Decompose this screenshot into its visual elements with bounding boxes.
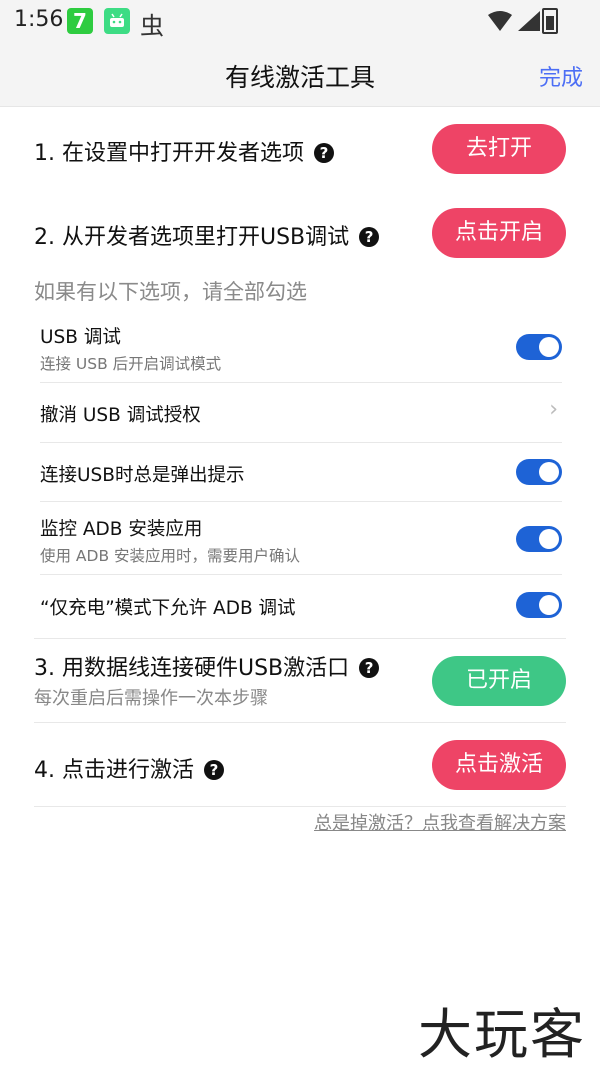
step-3-subtext: 每次重启后需操作一次本步骤: [34, 688, 268, 709]
charge-only-adb-toggle[interactable]: [516, 592, 562, 618]
option-title: 监控 ADB 安装应用: [40, 519, 203, 540]
step-3-label: 3. 用数据线连接硬件USB激活口?: [34, 650, 380, 682]
status-time: 1:56: [14, 7, 64, 32]
option-title: “仅充电”模式下允许 ADB 调试: [40, 598, 296, 619]
page-title: 有线激活工具: [224, 63, 375, 92]
battery-icon: [542, 8, 558, 34]
adb-install-toggle[interactable]: [516, 526, 562, 552]
status-bar: 1:56 7 虫: [0, 0, 600, 44]
step-1: 1. 在设置中打开开发者选项? 去打开: [34, 123, 566, 175]
signal-icon: [518, 11, 540, 31]
help-icon[interactable]: ?: [359, 227, 380, 247]
step-3: 3. 用数据线连接硬件USB激活口? 每次重启后需操作一次本步骤 已开启: [34, 650, 566, 712]
option-usb-prompt[interactable]: 连接USB时总是弹出提示: [40, 443, 562, 502]
divider: [34, 806, 566, 807]
open-developer-options-button[interactable]: 去打开: [432, 124, 566, 174]
usb-enabled-button[interactable]: 已开启: [432, 656, 566, 706]
option-revoke-usb-auth[interactable]: 撤消 USB 调试授权 ›: [40, 383, 562, 443]
step-4: 4. 点击进行激活? 点击激活: [34, 740, 566, 792]
option-monitor-adb-install[interactable]: 监控 ADB 安装应用 使用 ADB 安装应用时，需要用户确认: [40, 502, 562, 575]
option-usb-debugging[interactable]: USB 调试 连接 USB 后开启调试模式: [40, 312, 562, 383]
divider: [34, 722, 566, 723]
activate-button[interactable]: 点击激活: [432, 740, 566, 790]
option-title: 连接USB时总是弹出提示: [40, 465, 245, 486]
step-4-label: 4. 点击进行激活?: [34, 752, 224, 784]
step-1-label: 1. 在设置中打开开发者选项?: [34, 135, 334, 167]
step-2-label: 2. 从开发者选项里打开USB调试?: [34, 219, 380, 251]
options-hint: 如果有以下选项，请全部勾选: [34, 280, 307, 304]
option-subtitle: 连接 USB 后开启调试模式: [40, 355, 222, 373]
watermark-logo: 大玩客: [418, 1003, 586, 1066]
usb-debugging-toggle[interactable]: [516, 334, 562, 360]
help-icon[interactable]: ?: [313, 143, 334, 163]
usb-prompt-toggle[interactable]: [516, 459, 562, 485]
help-icon[interactable]: ?: [203, 760, 224, 780]
option-title: USB 调试: [40, 327, 121, 348]
wifi-icon: [488, 11, 512, 31]
option-subtitle: 使用 ADB 安装应用时，需要用户确认: [40, 547, 301, 565]
troubleshoot-link[interactable]: 总是掉激活？点我查看解决方案: [314, 809, 566, 835]
option-charge-only-adb[interactable]: “仅充电”模式下允许 ADB 调试: [40, 575, 562, 635]
title-bar: 有线激活工具 完成: [0, 44, 600, 107]
bug-icon: 虫: [140, 12, 164, 40]
android-icon: [104, 8, 130, 34]
step-2: 2. 从开发者选项里打开USB调试? 点击开启: [34, 207, 566, 259]
enable-usb-debugging-button[interactable]: 点击开启: [432, 208, 566, 258]
help-icon[interactable]: ?: [359, 658, 380, 678]
divider: [34, 638, 566, 639]
option-title: 撤消 USB 调试授权: [40, 405, 201, 426]
app-notification-icon: 7: [67, 8, 93, 34]
chevron-right-icon: ›: [549, 397, 558, 422]
done-button[interactable]: 完成: [539, 60, 583, 92]
